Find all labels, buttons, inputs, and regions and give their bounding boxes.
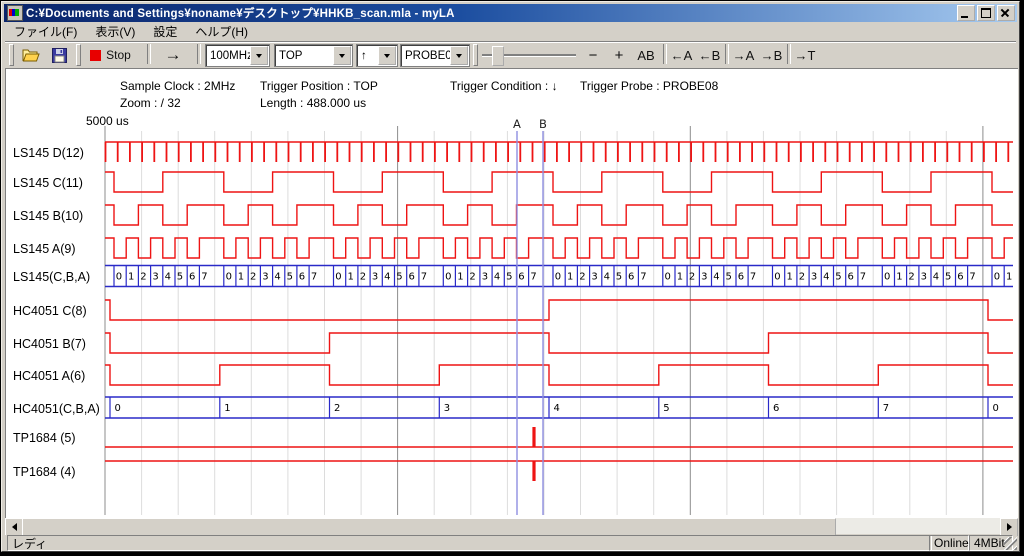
probe-value: PROBE00 bbox=[401, 50, 450, 62]
toolbar-separator bbox=[787, 44, 791, 64]
arrow-left-icon bbox=[8, 523, 17, 531]
menu-settings[interactable]: 設定 bbox=[144, 22, 186, 41]
channel-label-ls145-c-b-a: LS145(C,B,A) bbox=[13, 270, 90, 284]
save-button[interactable] bbox=[47, 44, 71, 66]
ab-button[interactable]: AB bbox=[633, 44, 659, 66]
resize-grip[interactable] bbox=[1004, 537, 1017, 550]
toolbar-separator bbox=[197, 44, 201, 64]
channel-label-hc4051-c-b-a: HC4051(C,B,A) bbox=[13, 402, 100, 416]
screen: C:¥Documents and Settings¥noname¥デスクトップ¥… bbox=[0, 0, 1024, 556]
menu-file[interactable]: ファイル(F) bbox=[5, 22, 86, 41]
dropdown-button[interactable] bbox=[450, 46, 468, 65]
menu-help[interactable]: ヘルプ(H) bbox=[186, 22, 257, 41]
app-icon bbox=[7, 5, 23, 21]
title-bar[interactable]: C:¥Documents and Settings¥noname¥デスクトップ¥… bbox=[4, 4, 1017, 22]
length-info: Length : 488.000 us bbox=[260, 96, 366, 110]
dropdown-button[interactable] bbox=[333, 46, 351, 65]
zoom-out-button[interactable]: − bbox=[581, 44, 605, 66]
chevron-down-icon bbox=[339, 54, 345, 61]
close-button[interactable] bbox=[997, 5, 1015, 21]
goto-cursor-b-button[interactable]: ←B bbox=[696, 44, 723, 66]
trigger-position-info: Trigger Position : TOP bbox=[260, 79, 378, 93]
stop-icon bbox=[90, 50, 101, 61]
arrow-right-icon bbox=[1007, 523, 1016, 531]
probe-combo[interactable]: PROBE00 bbox=[400, 44, 470, 67]
timebase-label: 5000 us bbox=[86, 114, 129, 128]
menu-view[interactable]: 表示(V) bbox=[86, 22, 144, 41]
status-bar: レディ Online 4MBit bbox=[5, 535, 1017, 551]
channel-label-tp1684-5: TP1684 (5) bbox=[13, 431, 76, 445]
trigger-edge-combo[interactable]: ↑ bbox=[356, 44, 398, 67]
trigger-position-combo[interactable]: TOP bbox=[274, 44, 353, 67]
dropdown-button[interactable] bbox=[250, 46, 268, 65]
sample-rate-value: 100MHz bbox=[206, 50, 250, 62]
channel-label-ls145-a-9: LS145 A(9) bbox=[13, 242, 76, 256]
channel-label-ls145-d-12: LS145 D(12) bbox=[13, 146, 84, 160]
trigger-probe-info: Trigger Probe : PROBE08 bbox=[580, 79, 718, 93]
scrollbar-thumb[interactable] bbox=[22, 518, 836, 536]
toolbar-grip bbox=[76, 44, 81, 66]
sample-rate-combo[interactable]: 100MHz bbox=[205, 44, 270, 67]
stop-label: Stop bbox=[106, 48, 131, 62]
trigger-condition-info: Trigger Condition : ↓ bbox=[450, 79, 558, 93]
zoom-slider[interactable] bbox=[482, 44, 576, 66]
toolbar-separator bbox=[663, 44, 667, 64]
goto-cursor-a-button[interactable]: ←A bbox=[668, 44, 695, 66]
scroll-right-button[interactable] bbox=[1000, 518, 1018, 536]
channel-label-hc4051-b-7: HC4051 B(7) bbox=[13, 337, 86, 351]
channel-label-hc4051-a-6: HC4051 A(6) bbox=[13, 369, 85, 383]
chevron-down-icon bbox=[384, 54, 390, 61]
channel-label-tp1684-4: TP1684 (4) bbox=[13, 465, 76, 479]
zoom-info: Zoom : / 32 bbox=[120, 96, 181, 110]
chevron-down-icon bbox=[256, 54, 262, 61]
app-window: C:¥Documents and Settings¥noname¥デスクトップ¥… bbox=[1, 1, 1020, 552]
horizontal-scrollbar[interactable] bbox=[5, 518, 1017, 534]
dropdown-button[interactable] bbox=[378, 46, 396, 65]
toolbar-separator bbox=[147, 44, 151, 64]
waveform-client-area bbox=[5, 68, 1018, 519]
run-button[interactable]: → bbox=[155, 44, 191, 66]
scroll-left-button[interactable] bbox=[5, 518, 23, 536]
toolbar-separator bbox=[725, 44, 729, 64]
maximize-button[interactable] bbox=[977, 5, 995, 21]
trigger-position-value: TOP bbox=[275, 50, 333, 62]
stop-button[interactable]: Stop bbox=[84, 44, 141, 66]
status-online: Online bbox=[929, 535, 969, 551]
trigger-edge-value: ↑ bbox=[357, 50, 378, 62]
chevron-down-icon bbox=[456, 54, 462, 61]
status-ready: レディ bbox=[7, 535, 932, 551]
move-cursor-b-button[interactable]: →B bbox=[758, 44, 785, 66]
toolbar-grip bbox=[9, 44, 14, 66]
channel-label-ls145-c-11: LS145 C(11) bbox=[13, 176, 83, 190]
open-folder-icon bbox=[22, 48, 40, 63]
channel-label-ls145-b-10: LS145 B(10) bbox=[13, 209, 83, 223]
zoom-in-button[interactable]: + bbox=[607, 44, 631, 66]
minimize-button[interactable] bbox=[957, 5, 975, 21]
window-title: C:¥Documents and Settings¥noname¥デスクトップ¥… bbox=[26, 5, 957, 21]
save-floppy-icon bbox=[52, 48, 67, 63]
channel-label-hc4051-c-8: HC4051 C(8) bbox=[13, 304, 87, 318]
slider-thumb[interactable] bbox=[492, 46, 504, 66]
move-cursor-a-button[interactable]: →A bbox=[730, 44, 757, 66]
toolbar: Stop → 100MHz TOP ↑ PROBE00 bbox=[5, 41, 1016, 68]
goto-trigger-button[interactable]: →T bbox=[792, 44, 818, 66]
menu-bar: ファイル(F) 表示(V) 設定 ヘルプ(H) bbox=[5, 23, 1015, 40]
toolbar-grip bbox=[473, 44, 478, 66]
sample-clock-info: Sample Clock : 2MHz bbox=[120, 79, 235, 93]
open-file-button[interactable] bbox=[19, 44, 43, 66]
